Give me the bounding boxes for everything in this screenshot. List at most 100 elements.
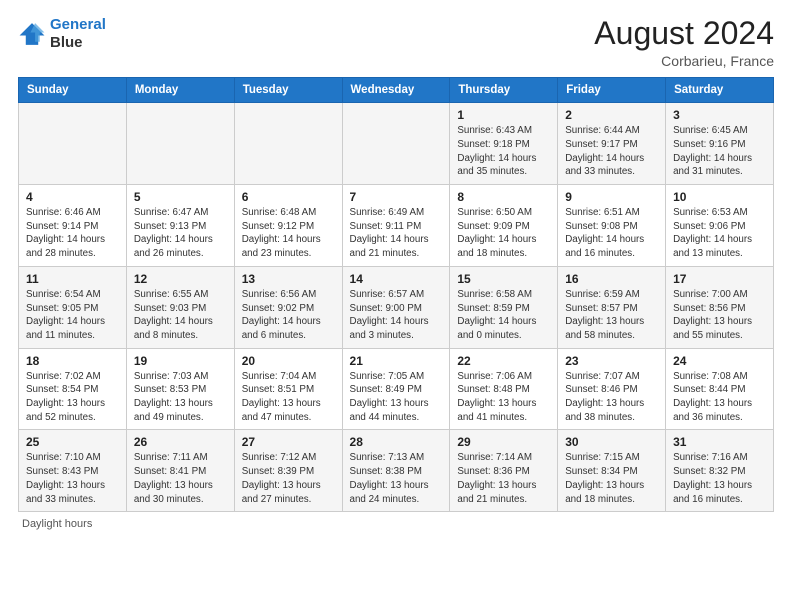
week-row-4: 25 Sunrise: 7:10 AM Sunset: 8:43 PM Dayli… [19,430,774,512]
calendar-table: Sunday Monday Tuesday Wednesday Thursday… [18,77,774,512]
day-info: Sunrise: 7:06 AM Sunset: 8:48 PM Dayligh… [457,370,550,425]
header-row: General Blue August 2024 Corbarieu, Fran… [18,16,774,69]
calendar-body: 1 Sunrise: 6:43 AM Sunset: 9:18 PM Daylig… [19,103,774,512]
calendar-cell: 19 Sunrise: 7:03 AM Sunset: 8:53 PM Dayli… [126,348,234,430]
day-number: 3 [673,108,766,122]
page: General Blue August 2024 Corbarieu, Fran… [0,0,792,540]
title-block: August 2024 Corbarieu, France [594,16,774,69]
day-number: 14 [350,272,443,286]
day-number: 24 [673,354,766,368]
calendar-cell: 30 Sunrise: 7:15 AM Sunset: 8:34 PM Dayli… [558,430,666,512]
th-tuesday: Tuesday [234,78,342,103]
day-info: Sunrise: 6:44 AM Sunset: 9:17 PM Dayligh… [565,124,658,179]
day-info: Sunrise: 7:15 AM Sunset: 8:34 PM Dayligh… [565,451,658,506]
day-info: Sunrise: 7:08 AM Sunset: 8:44 PM Dayligh… [673,370,766,425]
calendar-cell [234,103,342,185]
day-info: Sunrise: 7:02 AM Sunset: 8:54 PM Dayligh… [26,370,119,425]
day-info: Sunrise: 6:45 AM Sunset: 9:16 PM Dayligh… [673,124,766,179]
day-number: 31 [673,435,766,449]
calendar-cell: 27 Sunrise: 7:12 AM Sunset: 8:39 PM Dayli… [234,430,342,512]
day-number: 4 [26,190,119,204]
calendar-cell: 18Sunrise: 7:02 AM Sunset: 8:54 PM Dayli… [19,348,127,430]
day-info: Sunrise: 7:13 AM Sunset: 8:38 PM Dayligh… [350,451,443,506]
calendar-cell: 15 Sunrise: 6:58 AM Sunset: 8:59 PM Dayli… [450,266,558,348]
calendar-cell: 28 Sunrise: 7:13 AM Sunset: 8:38 PM Dayli… [342,430,450,512]
th-wednesday: Wednesday [342,78,450,103]
calendar-cell [19,103,127,185]
calendar-cell: 23 Sunrise: 7:07 AM Sunset: 8:46 PM Dayli… [558,348,666,430]
day-info: Sunrise: 7:14 AM Sunset: 8:36 PM Dayligh… [457,451,550,506]
day-number: 21 [350,354,443,368]
weekday-header-row: Sunday Monday Tuesday Wednesday Thursday… [19,78,774,103]
day-number: 6 [242,190,335,204]
day-number: 7 [350,190,443,204]
week-row-2: 11 Sunrise: 6:54 AM Sunset: 9:05 PM Dayli… [19,266,774,348]
calendar-cell: 31 Sunrise: 7:16 AM Sunset: 8:32 PM Dayli… [666,430,774,512]
calendar-cell: 2 Sunrise: 6:44 AM Sunset: 9:17 PM Daylig… [558,103,666,185]
day-info: Sunrise: 7:16 AM Sunset: 8:32 PM Dayligh… [673,451,766,506]
day-info: Sunrise: 7:11 AM Sunset: 8:41 PM Dayligh… [134,451,227,506]
week-row-0: 1 Sunrise: 6:43 AM Sunset: 9:18 PM Daylig… [19,103,774,185]
day-info: Sunrise: 7:07 AM Sunset: 8:46 PM Dayligh… [565,370,658,425]
calendar-cell [342,103,450,185]
day-number: 25 [26,435,119,449]
day-info: Sunrise: 7:03 AM Sunset: 8:53 PM Dayligh… [134,370,227,425]
calendar-cell: 7 Sunrise: 6:49 AM Sunset: 9:11 PM Daylig… [342,185,450,267]
day-info: Sunrise: 6:47 AM Sunset: 9:13 PM Dayligh… [134,206,227,261]
week-row-1: 4 Sunrise: 6:46 AM Sunset: 9:14 PM Daylig… [19,185,774,267]
calendar-cell: 26Sunrise: 7:11 AM Sunset: 8:41 PM Dayli… [126,430,234,512]
day-info: Sunrise: 7:05 AM Sunset: 8:49 PM Dayligh… [350,370,443,425]
calendar-cell [126,103,234,185]
day-info: Sunrise: 7:04 AM Sunset: 8:51 PM Dayligh… [242,370,335,425]
calendar-cell: 11 Sunrise: 6:54 AM Sunset: 9:05 PM Dayli… [19,266,127,348]
th-friday: Friday [558,78,666,103]
day-number: 8 [457,190,550,204]
day-number: 27 [242,435,335,449]
day-info: Sunrise: 7:10 AM Sunset: 8:43 PM Dayligh… [26,451,119,506]
day-number: 10 [673,190,766,204]
calendar-cell: 17 Sunrise: 7:00 AM Sunset: 8:56 PM Dayli… [666,266,774,348]
day-info: Sunrise: 6:50 AM Sunset: 9:09 PM Dayligh… [457,206,550,261]
day-number: 11 [26,272,119,286]
day-number: 19 [134,354,227,368]
day-info: Sunrise: 6:48 AM Sunset: 9:12 PM Dayligh… [242,206,335,261]
day-info: Sunrise: 6:59 AM Sunset: 8:57 PM Dayligh… [565,288,658,343]
th-monday: Monday [126,78,234,103]
calendar-cell: 16Sunrise: 6:59 AM Sunset: 8:57 PM Dayli… [558,266,666,348]
day-info: Sunrise: 6:55 AM Sunset: 9:03 PM Dayligh… [134,288,227,343]
day-number: 17 [673,272,766,286]
day-number: 9 [565,190,658,204]
subtitle: Corbarieu, France [594,53,774,69]
calendar-cell: 12Sunrise: 6:55 AM Sunset: 9:03 PM Dayli… [126,266,234,348]
day-number: 28 [350,435,443,449]
day-number: 22 [457,354,550,368]
day-number: 13 [242,272,335,286]
calendar-cell: 14Sunrise: 6:57 AM Sunset: 9:00 PM Dayli… [342,266,450,348]
calendar-cell: 29Sunrise: 7:14 AM Sunset: 8:36 PM Dayli… [450,430,558,512]
calendar-cell: 8 Sunrise: 6:50 AM Sunset: 9:09 PM Daylig… [450,185,558,267]
day-number: 1 [457,108,550,122]
day-info: Sunrise: 6:56 AM Sunset: 9:02 PM Dayligh… [242,288,335,343]
calendar-cell: 3 Sunrise: 6:45 AM Sunset: 9:16 PM Daylig… [666,103,774,185]
calendar-cell: 24 Sunrise: 7:08 AM Sunset: 8:44 PM Dayli… [666,348,774,430]
day-number: 30 [565,435,658,449]
day-info: Sunrise: 6:43 AM Sunset: 9:18 PM Dayligh… [457,124,550,179]
logo: General Blue [18,16,106,52]
day-info: Sunrise: 6:49 AM Sunset: 9:11 PM Dayligh… [350,206,443,261]
day-info: Sunrise: 6:46 AM Sunset: 9:14 PM Dayligh… [26,206,119,261]
day-info: Sunrise: 6:58 AM Sunset: 8:59 PM Dayligh… [457,288,550,343]
calendar-cell: 13 Sunrise: 6:56 AM Sunset: 9:02 PM Dayli… [234,266,342,348]
calendar-cell: 21 Sunrise: 7:05 AM Sunset: 8:49 PM Dayli… [342,348,450,430]
calendar-cell: 20Sunrise: 7:04 AM Sunset: 8:51 PM Dayli… [234,348,342,430]
day-info: Sunrise: 6:54 AM Sunset: 9:05 PM Dayligh… [26,288,119,343]
day-info: Sunrise: 6:53 AM Sunset: 9:06 PM Dayligh… [673,206,766,261]
day-number: 23 [565,354,658,368]
calendar-cell: 5Sunrise: 6:47 AM Sunset: 9:13 PM Daylig… [126,185,234,267]
th-saturday: Saturday [666,78,774,103]
day-info: Sunrise: 7:00 AM Sunset: 8:56 PM Dayligh… [673,288,766,343]
logo-icon [18,20,46,48]
day-number: 15 [457,272,550,286]
day-info: Sunrise: 7:12 AM Sunset: 8:39 PM Dayligh… [242,451,335,506]
day-number: 2 [565,108,658,122]
logo-text: General Blue [50,16,106,52]
